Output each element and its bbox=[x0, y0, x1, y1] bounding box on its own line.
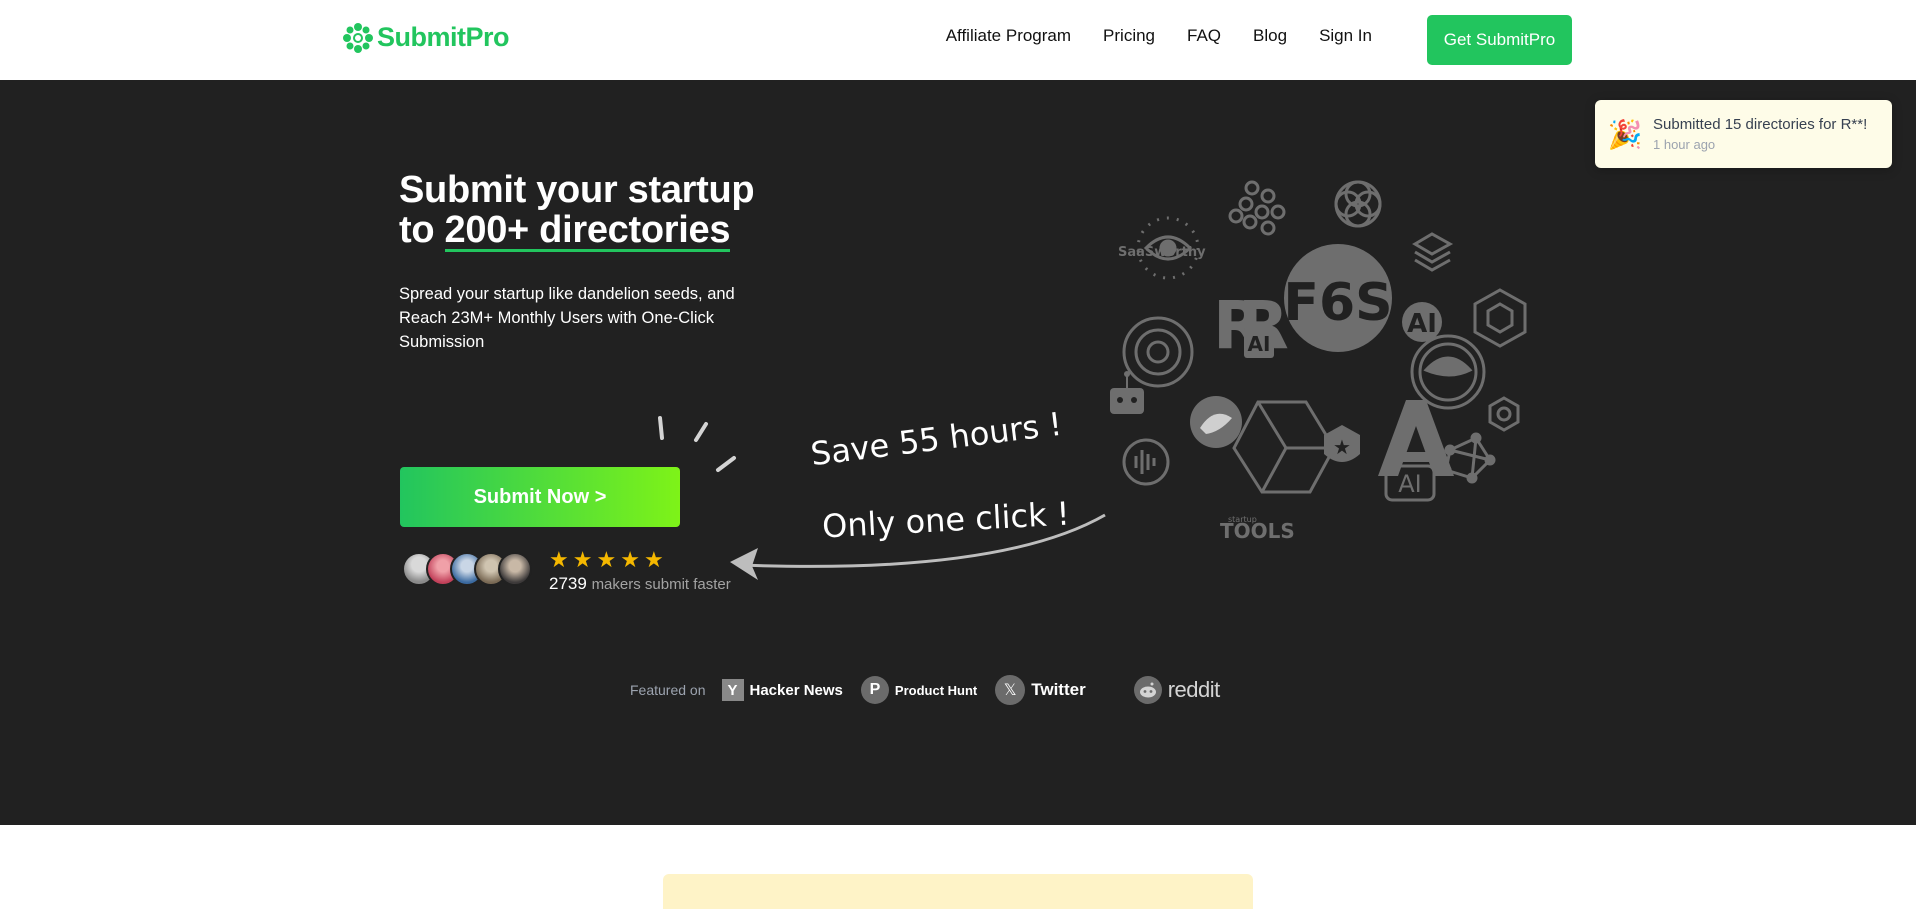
svg-text:SaaSworthy: SaaSworthy bbox=[1118, 245, 1206, 260]
layers-logo-icon bbox=[1412, 232, 1454, 272]
featured-on-bar: Featured on Y Hacker News P Product Hunt… bbox=[630, 675, 1220, 705]
nav-link-sign-in[interactable]: Sign In bbox=[1319, 26, 1372, 46]
directory-logos-cluster: R R AI AI F6S ★ AI SaaSworthy startup TO… bbox=[1110, 180, 1527, 543]
product-hunt-icon: P bbox=[860, 676, 889, 704]
svg-text:AI: AI bbox=[1248, 332, 1271, 356]
small-hexagon-logo-icon bbox=[1488, 396, 1520, 432]
hexagon-logo-icon bbox=[1473, 288, 1527, 348]
headline-line-2: to 200+ directories bbox=[399, 210, 754, 252]
logo-text: SubmitPro bbox=[377, 22, 510, 52]
neural-dots-logo-icon bbox=[1228, 180, 1286, 236]
star-icon: ★ bbox=[596, 547, 617, 572]
svg-text:★: ★ bbox=[1333, 435, 1351, 459]
flower-logo-icon bbox=[1334, 180, 1382, 228]
svg-text:AI: AI bbox=[1398, 470, 1422, 498]
headline-highlight: 200+ directories bbox=[444, 209, 731, 252]
toast-content: Submitted 15 directories for R**! 1 hour… bbox=[1653, 116, 1867, 152]
nav-link-pricing[interactable]: Pricing bbox=[1103, 26, 1155, 46]
featured-name: Product Hunt bbox=[894, 682, 978, 698]
featured-product-hunt[interactable]: P Product Hunt bbox=[860, 676, 978, 704]
star-icon: ★ bbox=[572, 547, 593, 572]
svg-text:TOOLS: TOOLS bbox=[1220, 519, 1295, 543]
featured-on-label: Featured on bbox=[630, 682, 706, 698]
brand-logo[interactable]: SubmitPro bbox=[343, 22, 510, 53]
featured-twitter[interactable]: 𝕏 Twitter bbox=[995, 675, 1086, 705]
audio-wave-logo-icon bbox=[1122, 438, 1170, 486]
dandelion-logo-icon bbox=[343, 22, 373, 53]
nav-link-affiliate[interactable]: Affiliate Program bbox=[946, 26, 1071, 46]
submit-now-button[interactable]: Submit Now > bbox=[400, 467, 680, 527]
hacker-news-icon: Y bbox=[721, 679, 744, 701]
svg-text:AI: AI bbox=[1407, 309, 1437, 339]
featured-name: reddit bbox=[1167, 677, 1221, 702]
star-icon: ★ bbox=[620, 547, 640, 572]
toast-title: Submitted 15 directories for R**! bbox=[1653, 116, 1868, 133]
openai-logo-icon bbox=[1122, 316, 1194, 388]
featured-reddit[interactable]: reddit bbox=[1133, 676, 1221, 704]
top-navbar: SubmitPro Affiliate Program Pricing FAQ … bbox=[0, 0, 1916, 80]
toast-time: 1 hour ago bbox=[1653, 137, 1716, 152]
featured-name: Hacker News bbox=[749, 681, 843, 699]
reddit-icon bbox=[1133, 676, 1162, 704]
party-popper-icon: 🎉 bbox=[1607, 118, 1643, 150]
hero-section: Submit your startup to 200+ directories … bbox=[0, 80, 1916, 825]
svg-text:F6S: F6S bbox=[1283, 273, 1392, 333]
maker-avatars bbox=[402, 552, 532, 586]
hero-subtext: Spread your startup like dandelion seeds… bbox=[399, 285, 735, 351]
nav-links: Affiliate Program Pricing FAQ Blog Sign … bbox=[946, 26, 1372, 46]
featured-name: Twitter bbox=[1031, 680, 1086, 699]
avatar bbox=[498, 552, 532, 586]
next-section-card bbox=[663, 874, 1253, 909]
nav-link-faq[interactable]: FAQ bbox=[1187, 26, 1221, 46]
headline-prefix: to bbox=[399, 209, 445, 251]
headline-line-1: Submit your startup bbox=[399, 169, 755, 211]
featured-hacker-news[interactable]: Y Hacker News bbox=[721, 679, 843, 701]
star-icon: ★ bbox=[549, 547, 569, 572]
helmet-logo-icon bbox=[1410, 334, 1486, 410]
x-twitter-icon: 𝕏 bbox=[995, 675, 1026, 705]
submission-toast[interactable]: 🎉 Submitted 15 directories for R**! 1 ho… bbox=[1595, 100, 1892, 168]
cube-logo-icon bbox=[1232, 400, 1336, 494]
makers-count: 2739 bbox=[549, 574, 587, 593]
nav-link-blog[interactable]: Blog bbox=[1253, 26, 1287, 46]
hero-headline: Submit your startup to 200+ directories bbox=[399, 169, 755, 252]
get-submitpro-button[interactable]: Get SubmitPro bbox=[1427, 15, 1572, 65]
